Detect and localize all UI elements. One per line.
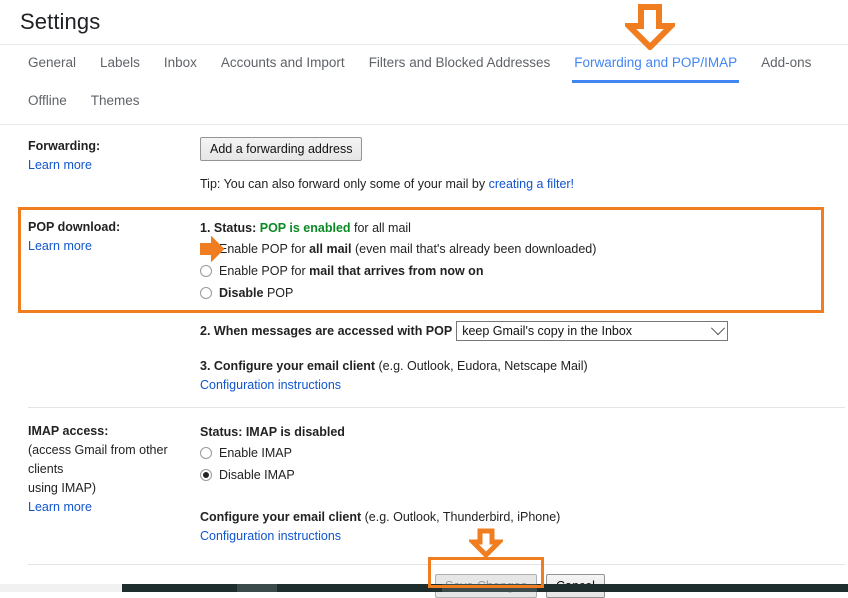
imap-option-disable[interactable]: Disable IMAP bbox=[200, 464, 824, 486]
tab-row-secondary: Offline Themes bbox=[26, 83, 848, 121]
forwarding-label-col: Forwarding: Learn more bbox=[0, 137, 200, 194]
pop-download-section: POP download: Learn more 1. Status: POP … bbox=[0, 204, 848, 407]
tab-offline[interactable]: Offline bbox=[26, 83, 69, 121]
taskbar-segment-3 bbox=[237, 584, 277, 592]
pop-download-label: POP download: bbox=[28, 220, 121, 234]
imap-access-label: IMAP access: bbox=[28, 424, 109, 438]
imap-configuration-instructions-link[interactable]: Configuration instructions bbox=[200, 527, 824, 546]
pop-option-all-mail-label: Enable POP for all mail (even mail that'… bbox=[219, 242, 597, 256]
tab-row-primary: General Labels Inbox Accounts and Import… bbox=[26, 45, 848, 83]
pop-status-line: 1. Status: POP is enabled for all mail bbox=[200, 218, 824, 238]
imap-option-disable-label: Disable IMAP bbox=[219, 468, 295, 482]
imap-access-section: IMAP access: (access Gmail from other cl… bbox=[0, 408, 848, 556]
imap-sublabel-line1: (access Gmail from other clients bbox=[28, 443, 168, 476]
imap-label-col: IMAP access: (access Gmail from other cl… bbox=[0, 422, 200, 546]
pop-value-col: 1. Status: POP is enabled for all mail E… bbox=[200, 218, 848, 395]
taskbar-segment-6 bbox=[537, 584, 848, 592]
imap-radio-enable[interactable] bbox=[200, 447, 212, 459]
pop-step3: 3. Configure your email client (e.g. Out… bbox=[200, 357, 824, 376]
pop-radio-disable[interactable] bbox=[200, 287, 212, 299]
imap-sublabel-line2: using IMAP) bbox=[28, 481, 97, 495]
forwarding-label: Forwarding: bbox=[28, 139, 101, 153]
tab-add-ons[interactable]: Add-ons bbox=[759, 45, 813, 83]
imap-option-enable-label: Enable IMAP bbox=[219, 446, 292, 460]
pop-option-from-now-on[interactable]: Enable POP for mail that arrives from no… bbox=[200, 260, 824, 282]
tab-inbox[interactable]: Inbox bbox=[162, 45, 199, 83]
tab-themes[interactable]: Themes bbox=[89, 83, 142, 121]
footer-button-row: Save Changes Cancel bbox=[0, 565, 848, 598]
taskbar-segment-2 bbox=[122, 584, 237, 592]
pop-step2-label: 2. When messages are accessed with POP bbox=[200, 323, 453, 338]
pop-step3-label: 3. Configure your email client bbox=[200, 359, 376, 373]
tab-labels[interactable]: Labels bbox=[98, 45, 142, 83]
pop-step3-rest: (e.g. Outlook, Eudora, Netscape Mail) bbox=[375, 359, 588, 373]
tab-general[interactable]: General bbox=[26, 45, 78, 83]
forwarding-learn-more-link[interactable]: Learn more bbox=[28, 156, 200, 175]
pop-configuration-instructions-link[interactable]: Configuration instructions bbox=[200, 376, 824, 395]
pop-label-col: POP download: Learn more bbox=[0, 218, 200, 395]
taskbar-segment-5 bbox=[442, 584, 537, 592]
pop-option-from-now-on-label: Enable POP for mail that arrives from no… bbox=[219, 264, 484, 278]
pop-option-all-mail[interactable]: Enable POP for all mail (even mail that'… bbox=[200, 238, 824, 260]
forwarding-value-col: Add a forwarding address Tip: You can al… bbox=[200, 137, 848, 194]
pop-status-value: POP is enabled bbox=[259, 221, 351, 235]
taskbar-strip bbox=[0, 584, 848, 592]
forwarding-tip-text: Tip: You can also forward only some of y… bbox=[200, 177, 489, 191]
imap-configure-rest: (e.g. Outlook, Thunderbird, iPhone) bbox=[361, 510, 561, 524]
pop-access-action-select[interactable]: keep Gmail's copy in the Inbox bbox=[456, 321, 729, 341]
imap-value-col: Status: IMAP is disabled Enable IMAP Dis… bbox=[200, 422, 848, 546]
tab-filters-and-blocked-addresses[interactable]: Filters and Blocked Addresses bbox=[367, 45, 553, 83]
pop-option-disable-label: Disable POP bbox=[219, 286, 294, 300]
forwarding-tip: Tip: You can also forward only some of y… bbox=[200, 175, 824, 194]
add-forwarding-address-button[interactable]: Add a forwarding address bbox=[200, 137, 363, 161]
settings-content: Forwarding: Learn more Add a forwarding … bbox=[0, 125, 848, 598]
imap-configure: Configure your email client (e.g. Outloo… bbox=[200, 508, 824, 527]
tab-accounts-and-import[interactable]: Accounts and Import bbox=[219, 45, 347, 83]
pop-radio-all-mail[interactable] bbox=[200, 243, 212, 255]
pop-status-suffix: for all mail bbox=[350, 221, 411, 235]
chevron-down-icon bbox=[711, 321, 726, 336]
pop-radio-from-now-on[interactable] bbox=[200, 265, 212, 277]
imap-status: Status: IMAP is disabled bbox=[200, 425, 345, 439]
page-title: Settings bbox=[20, 9, 101, 34]
pop-learn-more-link[interactable]: Learn more bbox=[28, 237, 200, 256]
pop-status-number: 1. Status: bbox=[200, 221, 260, 235]
pop-access-action-value: keep Gmail's copy in the Inbox bbox=[462, 323, 633, 338]
settings-header: Settings bbox=[0, 0, 848, 44]
taskbar-segment-4 bbox=[277, 584, 442, 592]
imap-learn-more-link[interactable]: Learn more bbox=[28, 498, 200, 517]
pop-option-disable[interactable]: Disable POP bbox=[200, 282, 824, 304]
tab-forwarding-and-pop-imap[interactable]: Forwarding and POP/IMAP bbox=[572, 45, 740, 83]
imap-configure-label: Configure your email client bbox=[200, 510, 362, 524]
taskbar-segment-1 bbox=[0, 584, 122, 592]
forwarding-section: Forwarding: Learn more Add a forwarding … bbox=[0, 125, 848, 204]
settings-tabs: General Labels Inbox Accounts and Import… bbox=[0, 45, 848, 121]
pop-step2: 2. When messages are accessed with POP k… bbox=[200, 321, 824, 341]
creating-a-filter-link[interactable]: creating a filter! bbox=[489, 177, 574, 191]
imap-option-enable[interactable]: Enable IMAP bbox=[200, 442, 824, 464]
imap-radio-disable[interactable] bbox=[200, 469, 212, 481]
